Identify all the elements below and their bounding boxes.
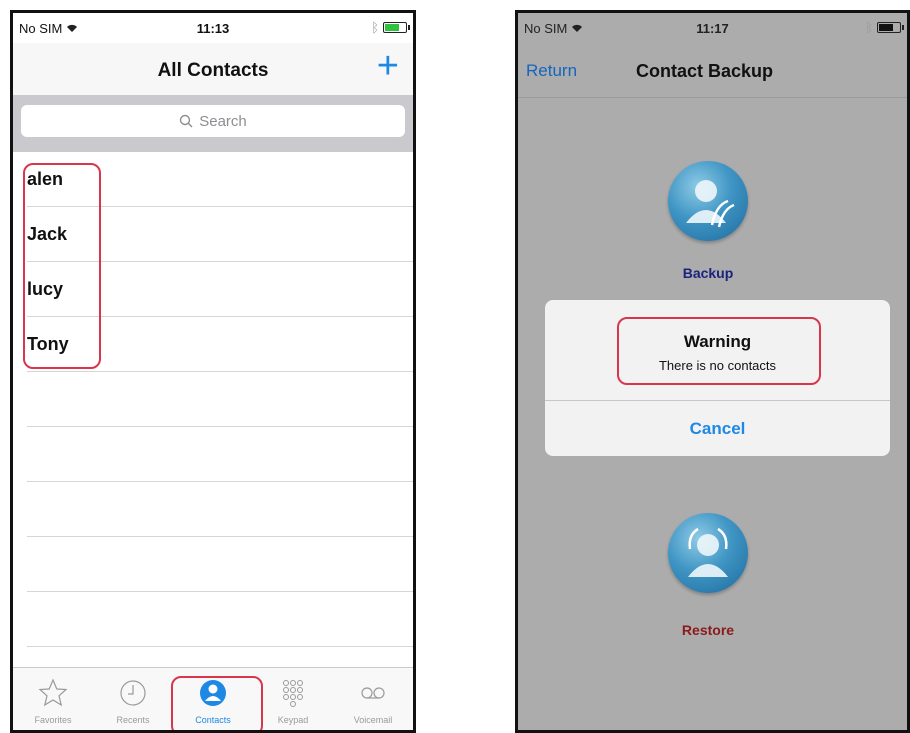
- backup-icon: [686, 180, 735, 228]
- voicemail-icon: [361, 687, 385, 699]
- empty-row: [27, 537, 413, 592]
- search-bar: Search: [13, 95, 413, 152]
- search-icon: [180, 114, 193, 128]
- search-placeholder: Search: [199, 112, 247, 130]
- list-item[interactable]: Jack: [27, 207, 413, 262]
- status-time: 11:13: [196, 21, 230, 36]
- page-title: All Contacts: [157, 60, 269, 81]
- list-item[interactable]: alen: [27, 152, 413, 207]
- page-title: Contact Backup: [636, 61, 774, 81]
- contact-list: alen Jack lucy Tony: [13, 152, 413, 647]
- tab-voicemail[interactable]: Voicemail: [333, 668, 413, 730]
- status-bar: No SIM 11:13 ᛒ: [13, 13, 413, 43]
- contact-backup-screen: No SIM 11:17 ᛒ Return Contact Backup Bac…: [515, 10, 910, 733]
- backup-label[interactable]: Backup: [518, 265, 898, 281]
- keypad-icon: [283, 680, 303, 707]
- contact-name: Tony: [27, 334, 69, 354]
- nav-bar: All Contacts +: [13, 43, 413, 95]
- search-input[interactable]: Search: [21, 105, 405, 137]
- empty-row: [27, 592, 413, 647]
- star-icon: [38, 678, 68, 707]
- tab-keypad[interactable]: Keypad: [253, 668, 333, 730]
- tab-recents[interactable]: Recents: [93, 668, 173, 730]
- person-icon: [200, 680, 226, 706]
- contact-name: lucy: [27, 279, 64, 299]
- dialog-message: There is no contacts: [658, 358, 777, 373]
- restore-button[interactable]: [668, 513, 748, 593]
- list-item[interactable]: Tony: [27, 317, 413, 372]
- backup-button[interactable]: [668, 161, 748, 241]
- clock-icon: [120, 680, 146, 706]
- battery-icon: [877, 22, 904, 33]
- add-contact-button[interactable]: +: [377, 47, 399, 85]
- contact-name: alen: [27, 169, 64, 189]
- restore-label[interactable]: Restore: [518, 622, 898, 638]
- bluetooth-icon: ᛒ: [371, 20, 379, 35]
- tab-bar: Favorites Recents Contacts Keypad Voicem…: [13, 667, 413, 730]
- bluetooth-icon: ᛒ: [865, 20, 873, 35]
- empty-row: [27, 372, 413, 427]
- empty-row: [27, 427, 413, 482]
- status-time: 11:17: [696, 21, 729, 36]
- return-button[interactable]: Return: [526, 61, 577, 81]
- contacts-screen: No SIM 11:13 ᛒ All Contacts + Search ale…: [10, 10, 416, 733]
- tab-favorites[interactable]: Favorites: [13, 668, 93, 730]
- cancel-button[interactable]: Cancel: [545, 401, 890, 456]
- dialog-title: Warning: [683, 332, 752, 351]
- nav-bar: Return Contact Backup: [518, 43, 907, 98]
- list-item[interactable]: lucy: [27, 262, 413, 317]
- contact-name: Jack: [27, 224, 68, 244]
- battery-icon: [383, 22, 410, 33]
- warning-dialog: Warning There is no contacts Cancel: [545, 300, 890, 456]
- tab-contacts[interactable]: Contacts: [173, 668, 253, 730]
- empty-row: [27, 482, 413, 537]
- restore-icon: [688, 527, 728, 577]
- status-bar: No SIM 11:17 ᛒ: [518, 13, 907, 43]
